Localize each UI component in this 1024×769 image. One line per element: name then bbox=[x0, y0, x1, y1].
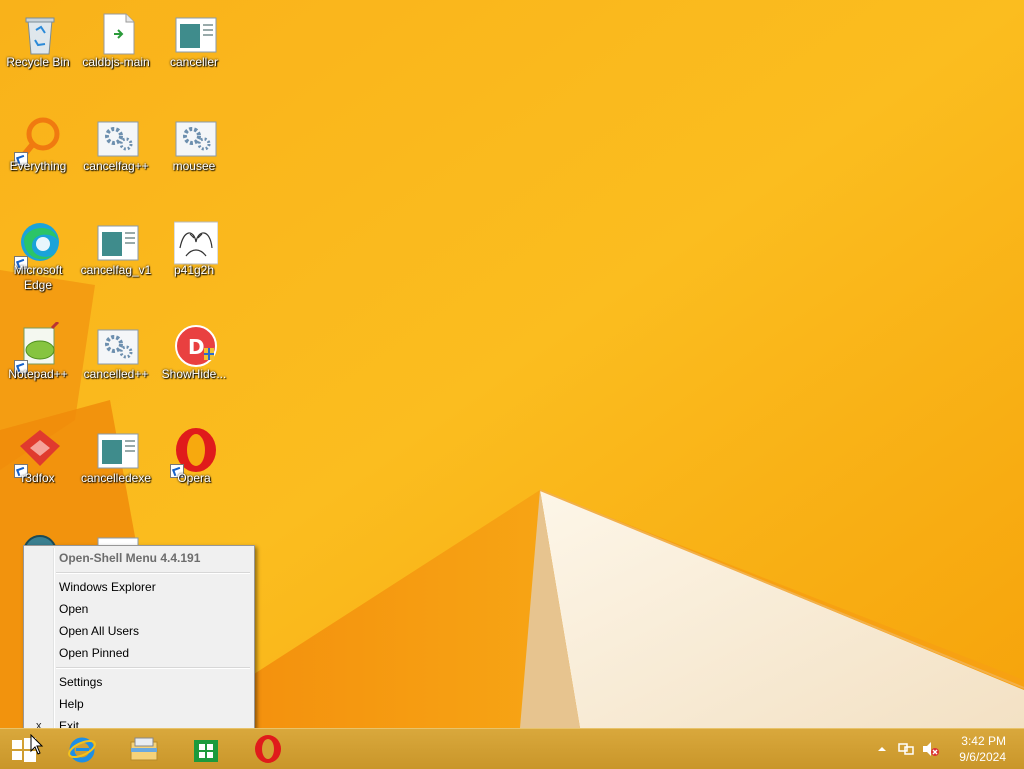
desktop-icon-notepad-plus-plus[interactable]: Notepad++ bbox=[0, 316, 76, 412]
notepad-plus-plus-icon bbox=[14, 320, 62, 374]
menu-item-windows-explorer[interactable]: Windows Explorer bbox=[26, 576, 252, 598]
network-icon[interactable] bbox=[898, 741, 914, 757]
clock-date: 9/6/2024 bbox=[959, 750, 1006, 764]
file-explorer-icon bbox=[130, 737, 158, 761]
menu-item-label: Settings bbox=[59, 675, 103, 689]
window-app-icon bbox=[96, 426, 140, 474]
taskbar-internet-explorer[interactable] bbox=[54, 729, 110, 769]
menu-separator bbox=[56, 667, 250, 669]
desktop-icon-recycle-bin[interactable]: Recycle Bin bbox=[0, 4, 76, 100]
taskbar: 3:42 PM 9/6/2024 bbox=[0, 728, 1024, 769]
opera-icon bbox=[255, 735, 281, 763]
menu-item-label: Open bbox=[59, 602, 89, 616]
desktop-icon-everything[interactable]: Everything bbox=[0, 108, 76, 204]
window-app-icon bbox=[174, 10, 218, 58]
menu-item-open[interactable]: Open bbox=[26, 598, 252, 620]
desktop-icon-caldbjs-main[interactable]: caldbjs-main bbox=[78, 4, 154, 100]
desktop-icon-label: Notepad++ bbox=[8, 367, 68, 381]
desktop-icon-opera[interactable]: Opera bbox=[156, 420, 232, 516]
showhide-icon: D bbox=[174, 322, 218, 370]
desktop-icon-label: Opera bbox=[177, 471, 211, 485]
desktop-icon-label: p41g2h bbox=[173, 263, 215, 277]
desktop-icon-label: cancelfag++ bbox=[83, 159, 149, 173]
taskbar-opera[interactable] bbox=[240, 729, 296, 769]
menu-header: Open-Shell Menu 4.4.191 bbox=[26, 547, 252, 569]
menu-header-label: Open-Shell Menu 4.4.191 bbox=[59, 551, 201, 565]
desktop-icon-label: Everything bbox=[9, 159, 67, 173]
desktop-icon-showhide[interactable]: D ShowHide... bbox=[156, 316, 232, 412]
menu-separator bbox=[56, 572, 250, 574]
desktop-icon-cancelledexe[interactable]: cancelledexe bbox=[78, 420, 154, 516]
edge-icon bbox=[14, 218, 62, 270]
svg-text:D: D bbox=[188, 335, 205, 359]
desktop-icon-label: r3dfox bbox=[21, 471, 55, 485]
desktop-icon-label: caldbjs-main bbox=[82, 55, 150, 69]
gear-app-icon bbox=[96, 114, 140, 162]
desktop-icon-p41g2h[interactable]: p41g2h bbox=[156, 212, 232, 308]
desktop-icon-cancelfag-v1[interactable]: cancelfag_v1 bbox=[78, 212, 154, 308]
desktop-icon-r3dfox[interactable]: r3dfox bbox=[0, 420, 76, 516]
mouse-cursor-icon bbox=[30, 734, 44, 755]
menu-item-label: Open Pinned bbox=[59, 646, 130, 660]
open-shell-context-menu: Open-Shell Menu 4.4.191 Windows Explorer… bbox=[23, 545, 255, 741]
recycle-bin-icon bbox=[18, 10, 62, 58]
desktop-icon-microsoft-edge[interactable]: Microsoft Edge bbox=[0, 212, 76, 308]
show-hidden-icons-chevron-icon[interactable] bbox=[874, 741, 890, 757]
menu-item-label: Help bbox=[59, 697, 84, 711]
taskbar-file-explorer[interactable] bbox=[116, 729, 172, 769]
desktop-icon-label: cancelfag_v1 bbox=[80, 263, 152, 277]
gear-app-icon bbox=[174, 114, 218, 162]
r3dfox-icon bbox=[14, 426, 62, 478]
desktop-icon-canceller[interactable]: canceller bbox=[156, 4, 232, 100]
menu-item-open-pinned[interactable]: Open Pinned bbox=[26, 642, 252, 664]
menu-item-settings[interactable]: Settings bbox=[26, 671, 252, 693]
sketch-image-icon bbox=[173, 218, 219, 266]
desktop-icon-label: ShowHide... bbox=[161, 367, 227, 381]
taskbar-clock[interactable]: 3:42 PM 9/6/2024 bbox=[936, 733, 1006, 765]
taskbar-windows-store[interactable] bbox=[178, 729, 234, 769]
desktop-icon-cancelfag-pp[interactable]: cancelfag++ bbox=[78, 108, 154, 204]
clock-time: 3:42 PM bbox=[961, 734, 1006, 748]
gear-app-icon bbox=[96, 322, 140, 370]
desktop-icon-label: canceller bbox=[169, 55, 219, 69]
desktop-icon-label: cancelledexe bbox=[80, 471, 152, 485]
internet-explorer-icon bbox=[68, 737, 96, 763]
menu-item-label: Windows Explorer bbox=[59, 580, 156, 594]
opera-icon bbox=[170, 426, 218, 478]
window-app-icon bbox=[96, 218, 140, 266]
menu-item-open-all-users[interactable]: Open All Users bbox=[26, 620, 252, 642]
windows-store-icon bbox=[194, 740, 218, 762]
desktop-icon-label: cancelled++ bbox=[83, 367, 149, 381]
desktop-icon-label: Microsoft Edge bbox=[13, 263, 63, 292]
desktop-icon-mousee[interactable]: mousee bbox=[156, 108, 232, 204]
menu-item-help[interactable]: Help bbox=[26, 693, 252, 715]
file-icon bbox=[96, 10, 140, 58]
desktop-icon-cancelled-pp[interactable]: cancelled++ bbox=[78, 316, 154, 412]
desktop-icon-label: Recycle Bin bbox=[6, 55, 70, 69]
desktop-icon-label: mousee bbox=[172, 159, 216, 173]
search-magnifier-icon bbox=[14, 114, 62, 166]
menu-item-label: Open All Users bbox=[59, 624, 140, 638]
